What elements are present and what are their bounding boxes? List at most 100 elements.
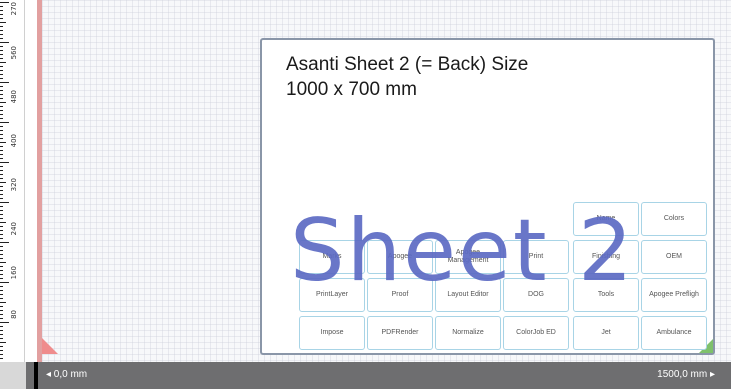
vertical-ruler[interactable]: 270 560 480 400 320 240 160 80 [0, 0, 25, 362]
button-apogee-management[interactable]: Apogee Management [435, 240, 501, 274]
ruler-tick [0, 106, 3, 107]
sheet-title: Asanti Sheet 2 (= Back) Size 1000 x 700 … [286, 52, 528, 102]
button-name[interactable]: Name [573, 202, 639, 236]
ruler-tick [0, 170, 3, 171]
ruler-tick [0, 62, 6, 63]
ruler-tick [0, 66, 3, 67]
ruler-tick [0, 102, 6, 103]
ruler-tick [0, 258, 3, 259]
status-bar: ◂ 0,0 mm 1500,0 mm ▸ [0, 362, 731, 389]
ruler-tick [0, 14, 3, 15]
ruler-tick [0, 350, 3, 351]
ruler-tick [0, 358, 3, 359]
ruler-tick [0, 198, 3, 199]
button-colors[interactable]: Colors [641, 202, 707, 236]
ruler-label: 80 [10, 310, 18, 319]
ruler-tick [0, 322, 9, 323]
button-jet[interactable]: Jet [573, 316, 639, 350]
ruler-label: 240 [10, 222, 18, 236]
ruler-tick [0, 6, 3, 7]
ruler-tick [0, 250, 3, 251]
status-corner [0, 362, 26, 389]
ruler-tick [0, 150, 3, 151]
button-proof[interactable]: Proof [367, 278, 433, 312]
ruler-tick [0, 238, 3, 239]
ruler-tick [0, 354, 3, 355]
ruler-tick [0, 94, 3, 95]
ruler-tick [0, 118, 3, 119]
ruler-tick [0, 334, 3, 335]
ruler-tick [0, 326, 3, 327]
ruler-tick [0, 178, 3, 179]
button-pdfrender[interactable]: PDFRender [367, 316, 433, 350]
ruler-tick [0, 174, 3, 175]
ruler-tick [0, 310, 3, 311]
ruler-tick [0, 158, 3, 159]
button-marks[interactable]: Marks [299, 240, 365, 274]
ruler-tick [0, 278, 3, 279]
ruler-tick [0, 18, 3, 19]
ruler-tick [0, 58, 3, 59]
sheet-panel[interactable]: Asanti Sheet 2 (= Back) Size 1000 x 700 … [260, 38, 715, 355]
ruler-tick [0, 54, 3, 55]
ruler-label: 320 [10, 178, 18, 192]
ruler-tick [0, 166, 3, 167]
ruler-tick [0, 266, 3, 267]
ruler-tick [0, 134, 3, 135]
ruler-tick [0, 122, 9, 123]
button-impose[interactable]: Impose [299, 316, 365, 350]
ruler-tick [0, 38, 3, 39]
button-colorjob-ed[interactable]: ColorJob ED [503, 316, 569, 350]
button-apogee[interactable]: Apogee [367, 240, 433, 274]
button-finishing[interactable]: Finishing [573, 240, 639, 274]
ruler-tick [0, 34, 3, 35]
ruler-tick [0, 330, 3, 331]
ruler-tick [0, 46, 3, 47]
button-tools[interactable]: Tools [573, 278, 639, 312]
button-normalize[interactable]: Normalize [435, 316, 501, 350]
ruler-tick [0, 190, 3, 191]
status-start-position[interactable]: ◂ 0,0 mm [46, 369, 87, 380]
ruler-tick [0, 42, 9, 43]
button-oem[interactable]: OEM [641, 240, 707, 274]
ruler-tick [0, 186, 3, 187]
ruler-tick [0, 206, 3, 207]
ruler-tick [0, 82, 9, 83]
ruler-tick [0, 10, 3, 11]
button-layout-editor[interactable]: Layout Editor [435, 278, 501, 312]
ruler-tick [0, 74, 3, 75]
ruler-tick [0, 2, 9, 3]
ruler-tick [0, 26, 3, 27]
ruler-tick [0, 246, 3, 247]
ruler-tick [0, 318, 3, 319]
ruler-tick [0, 346, 3, 347]
origin-corner-marker [42, 338, 58, 354]
ruler-tick [0, 22, 6, 23]
sheet-title-line-1: Asanti Sheet 2 (= Back) Size [286, 54, 529, 75]
ruler-tick [0, 274, 3, 275]
button-apogee-preflight[interactable]: Apogee Prefligh [641, 278, 707, 312]
ruler-tick [0, 30, 3, 31]
button-printlayer[interactable]: PrintLayer [299, 278, 365, 312]
ruler-tick [0, 162, 9, 163]
button-ambulance[interactable]: Ambulance [641, 316, 707, 350]
ruler-label: 560 [10, 46, 18, 60]
ruler-tick [0, 226, 3, 227]
button-dog[interactable]: DOG [503, 278, 569, 312]
button-print[interactable]: Print [503, 240, 569, 274]
ruler-tick [0, 302, 6, 303]
ruler-tick [0, 182, 6, 183]
ruler-tick [0, 70, 3, 71]
ruler-tick [0, 142, 6, 143]
ruler-label: 400 [10, 134, 18, 148]
ruler-tick [0, 218, 3, 219]
ruler-tick [0, 338, 3, 339]
ruler-tick [0, 146, 3, 147]
ruler-tick [0, 194, 3, 195]
position-cursor[interactable] [34, 362, 38, 389]
ruler-tick [0, 262, 6, 263]
ruler-tick [0, 234, 3, 235]
ruler-tick [0, 342, 6, 343]
status-end-position[interactable]: 1500,0 mm ▸ [657, 369, 715, 380]
ruler-label: 160 [10, 266, 18, 280]
